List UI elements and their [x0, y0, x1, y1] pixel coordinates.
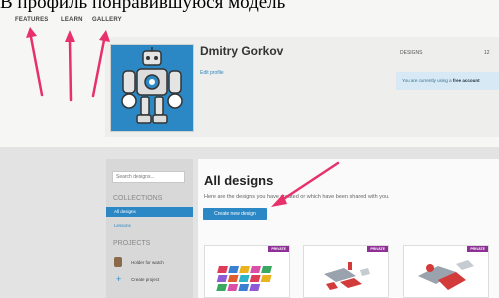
annotation-arrows: [26, 27, 340, 207]
